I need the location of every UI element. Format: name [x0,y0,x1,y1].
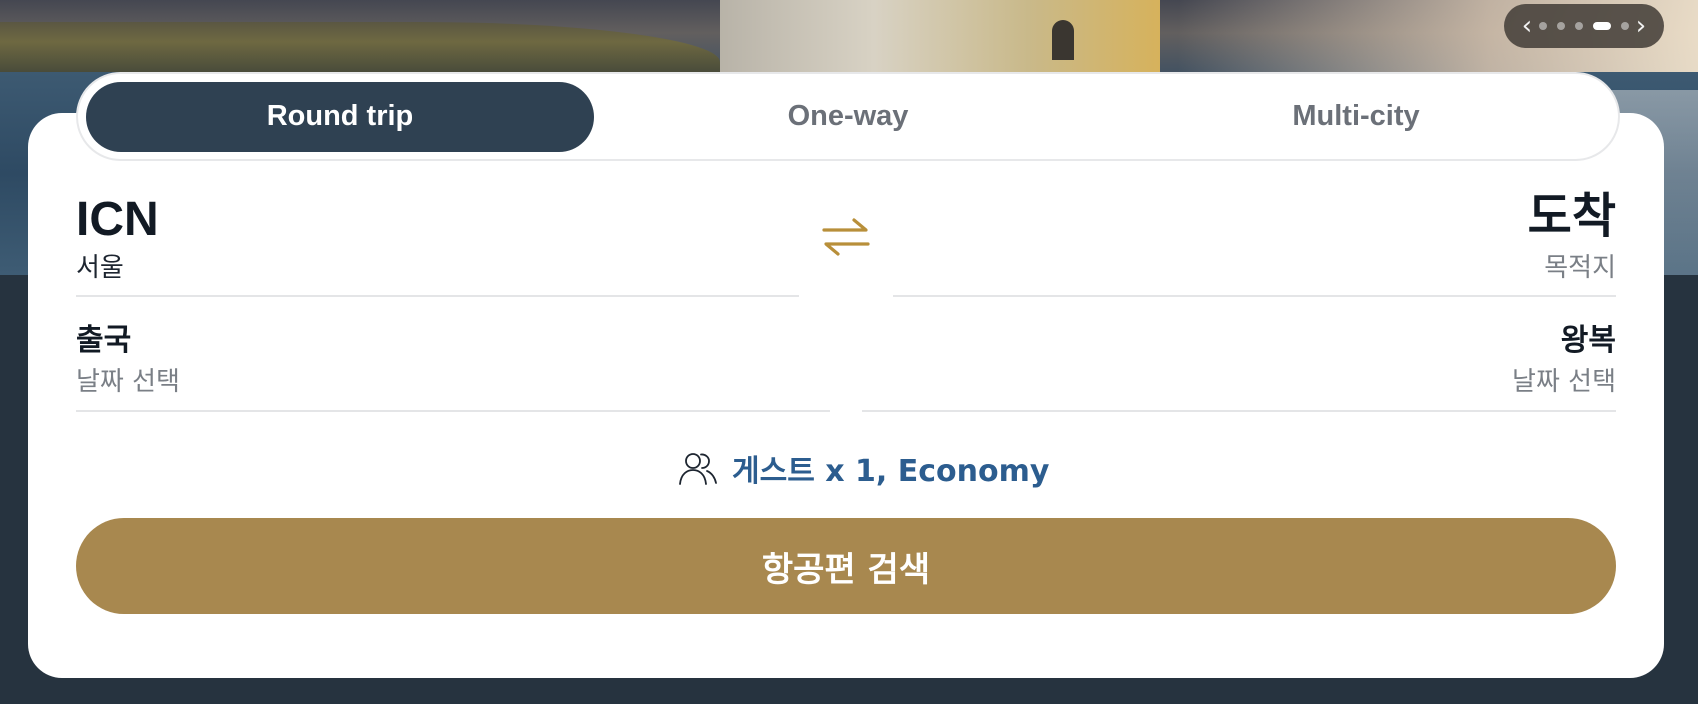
slide-dot[interactable] [1575,22,1583,30]
chevron-right-icon[interactable]: › [1632,13,1650,39]
return-underline [862,410,1616,412]
guests-cabin-text[interactable]: 게스트 x 1, Economy [732,446,1049,490]
destination-airport-code[interactable]: 도착 [1528,193,1616,241]
slideshow-pager: ‹ › [1504,4,1664,48]
slide-dot[interactable] [1621,22,1629,30]
departure-date-label[interactable]: 출국 [76,326,131,356]
tab-round-trip[interactable]: Round trip [86,81,594,152]
destination-underline [893,295,1616,297]
slide-dots [1539,22,1629,30]
tab-multi-city[interactable]: Multi-city [1102,82,1610,152]
slide-dot[interactable] [1539,22,1547,30]
hero-tower-window [1052,20,1074,60]
origin-airport-code[interactable]: ICN [76,196,159,244]
origin-underline [76,295,799,297]
hero-hills [0,22,720,72]
return-date-label[interactable]: 왕복 [1561,326,1616,356]
swap-arrows-icon[interactable] [820,214,872,260]
search-flights-button[interactable]: 항공편 검색 [76,518,1616,614]
origin-city[interactable]: 서울 [76,255,124,281]
slide-dot[interactable] [1557,22,1565,30]
chevron-left-icon[interactable]: ‹ [1518,13,1536,39]
trip-type-tabs: Round trip One-way Multi-city [76,72,1620,161]
departure-underline [76,410,830,412]
slide-dot-active[interactable] [1593,22,1611,30]
guests-cabin-selector[interactable]: 게스트 x 1, Economy [678,446,1049,490]
tab-one-way[interactable]: One-way [594,82,1102,152]
return-date-value[interactable]: 날짜 선택 [1512,369,1616,395]
destination-city[interactable]: 목적지 [1544,255,1616,281]
hero-tower [720,0,1160,72]
departure-date-value[interactable]: 날짜 선택 [76,369,180,395]
users-icon [679,453,717,485]
